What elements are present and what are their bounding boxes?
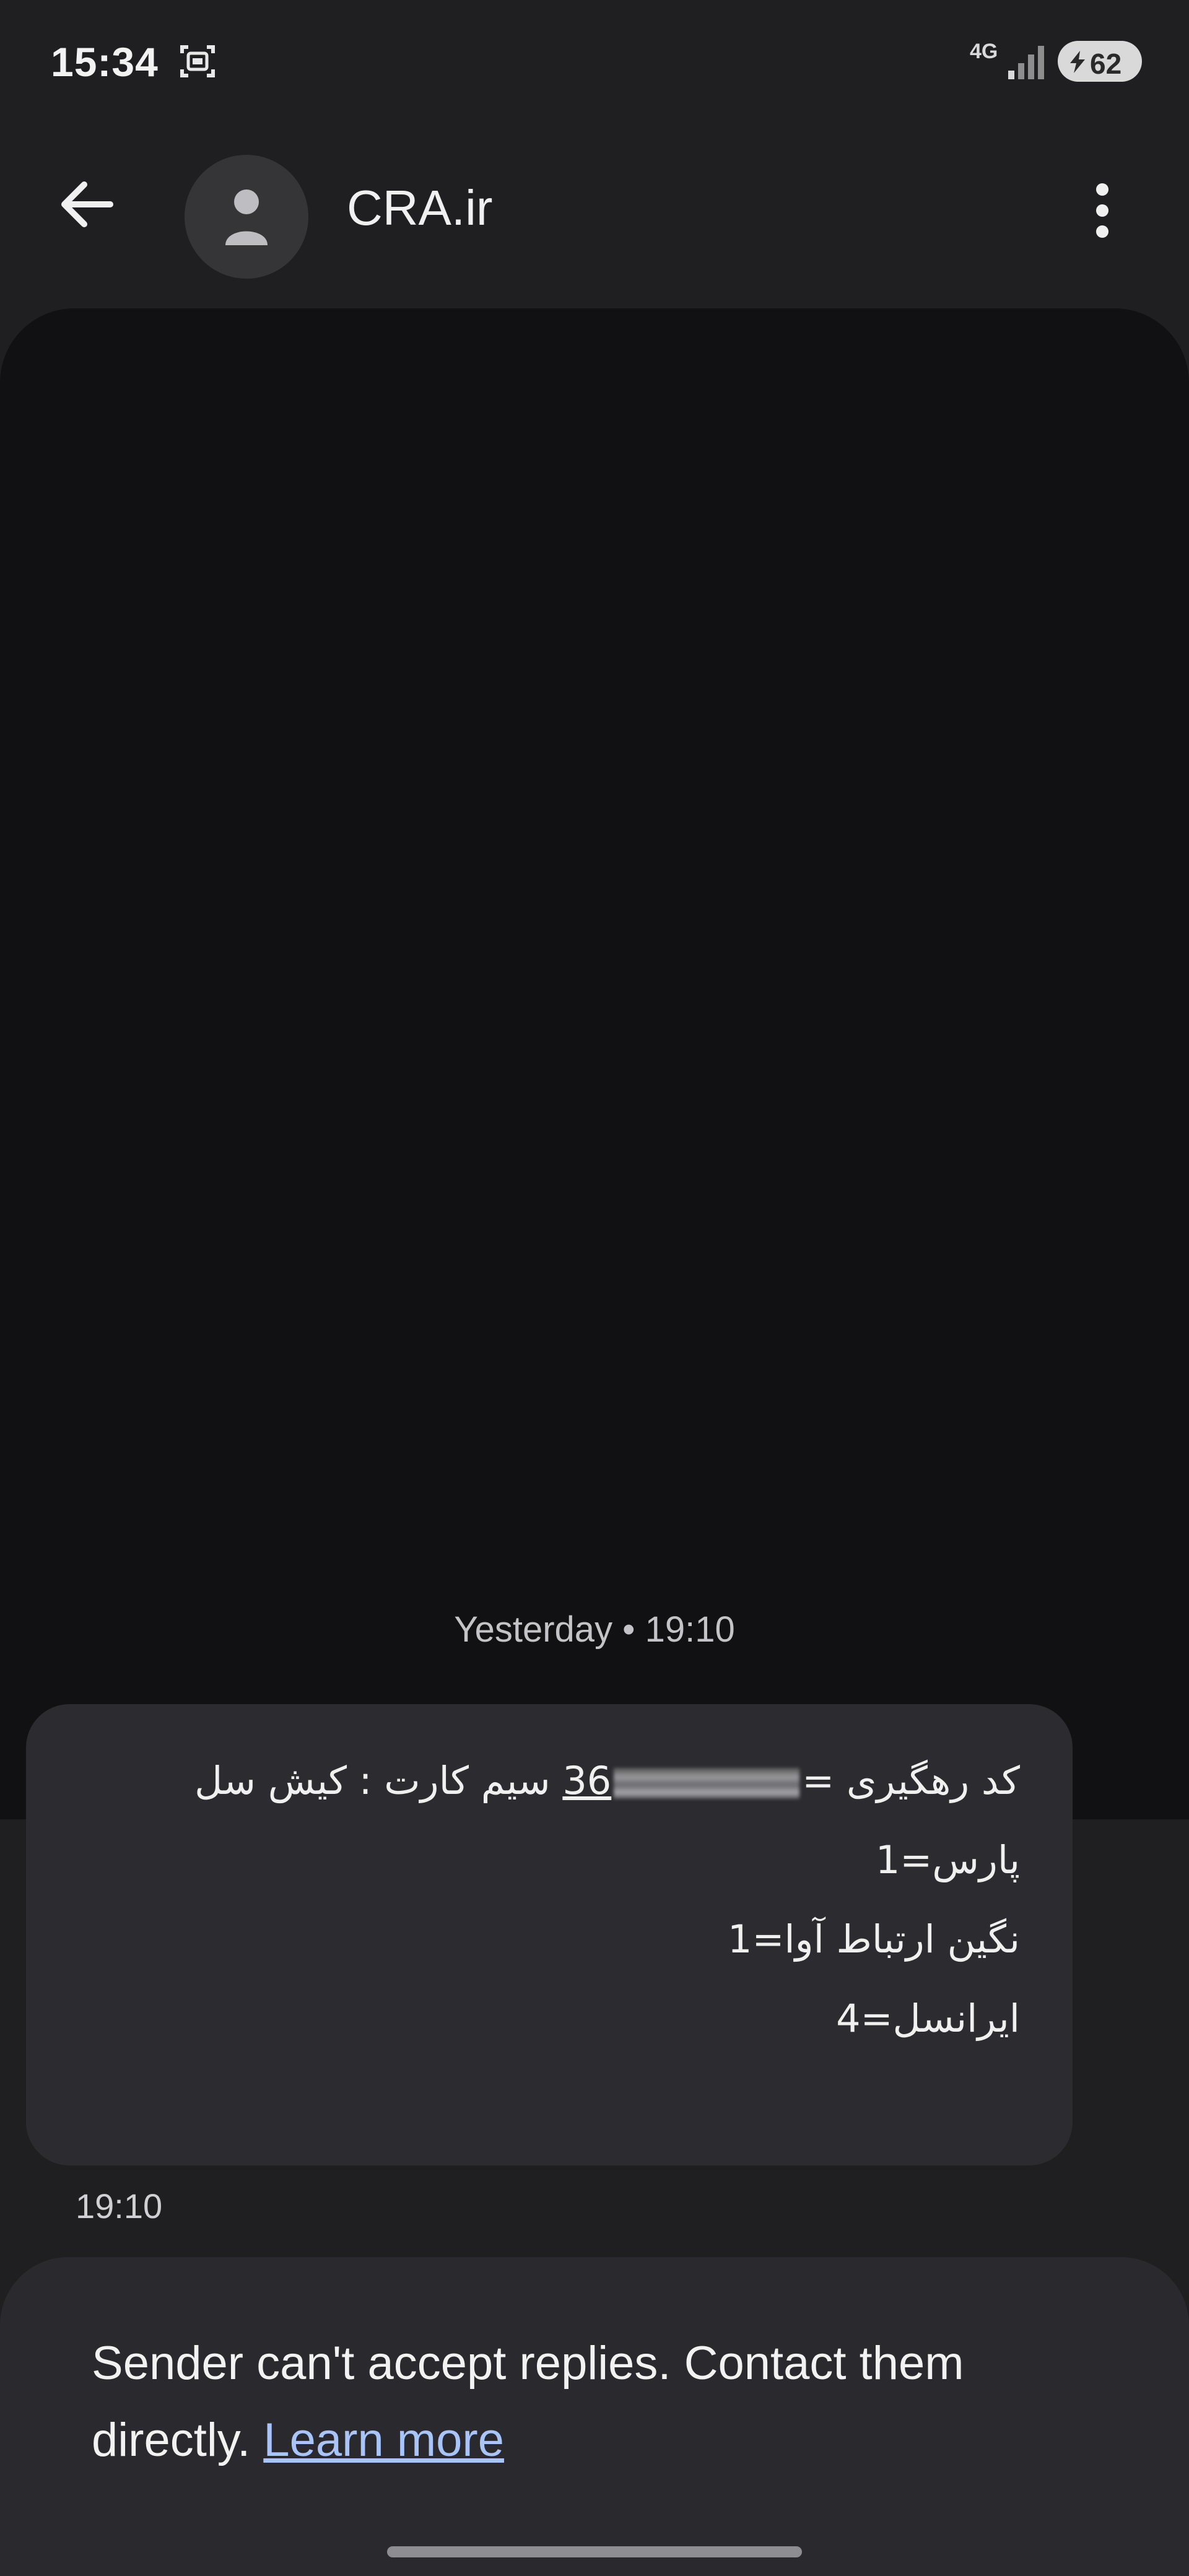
battery-indicator: 62 — [1058, 41, 1142, 82]
message-line-2: پارس=1 — [875, 1837, 1020, 1882]
message-timestamp: 19:10 — [76, 2187, 163, 2226]
battery-level: 62 — [1090, 48, 1122, 80]
back-arrow-icon[interactable] — [50, 167, 124, 242]
contact-avatar[interactable] — [185, 155, 308, 279]
redacted-number — [614, 1767, 800, 1799]
message-bubble[interactable]: کد رهگیری = 36 سیم کارت : کیش سل پارس=1 ن… — [26, 1704, 1073, 2165]
reply-disabled-notice: Sender can't accept replies. Contact the… — [0, 2257, 1189, 2576]
sim-card-label: سیم کارت : کیش سل — [194, 1758, 551, 1803]
status-time: 15:34 — [51, 39, 159, 85]
tracking-number[interactable]: 36 — [562, 1758, 611, 1803]
notice-message: Sender can't accept replies. Contact the… — [92, 2337, 964, 2466]
message-text: کد رهگیری = 36 سیم کارت : کیش سل پارس=1 ن… — [194, 1741, 1020, 2058]
learn-more-link[interactable]: Learn more — [263, 2414, 504, 2466]
reply-notice-text: Sender can't accept replies. Contact the… — [92, 2325, 1107, 2479]
screen-record-icon — [180, 45, 215, 77]
gesture-navigation-bar[interactable] — [387, 2546, 802, 2557]
message-line-3: نگین ارتباط آوا=1 — [728, 1917, 1020, 1962]
tracking-label: کد رهگیری = — [802, 1758, 1020, 1803]
more-vert-icon[interactable] — [1071, 167, 1133, 254]
signal-icon — [1008, 46, 1044, 79]
battery-charging-icon — [1070, 51, 1085, 73]
conversation-header: CRA.ir — [0, 130, 1189, 291]
date-separator: Yesterday • 19:10 — [454, 1609, 735, 1650]
message-line-4: ایرانسل=4 — [836, 1996, 1020, 2041]
contact-name[interactable]: CRA.ir — [347, 180, 493, 237]
network-type: 4G — [970, 40, 998, 63]
status-bar: 15:34 4G 62 — [0, 0, 1189, 130]
message-line-1: کد رهگیری = 36 سیم کارت : کیش سل — [194, 1741, 1020, 1821]
person-icon — [225, 189, 268, 245]
conversation-background — [0, 308, 1189, 1819]
